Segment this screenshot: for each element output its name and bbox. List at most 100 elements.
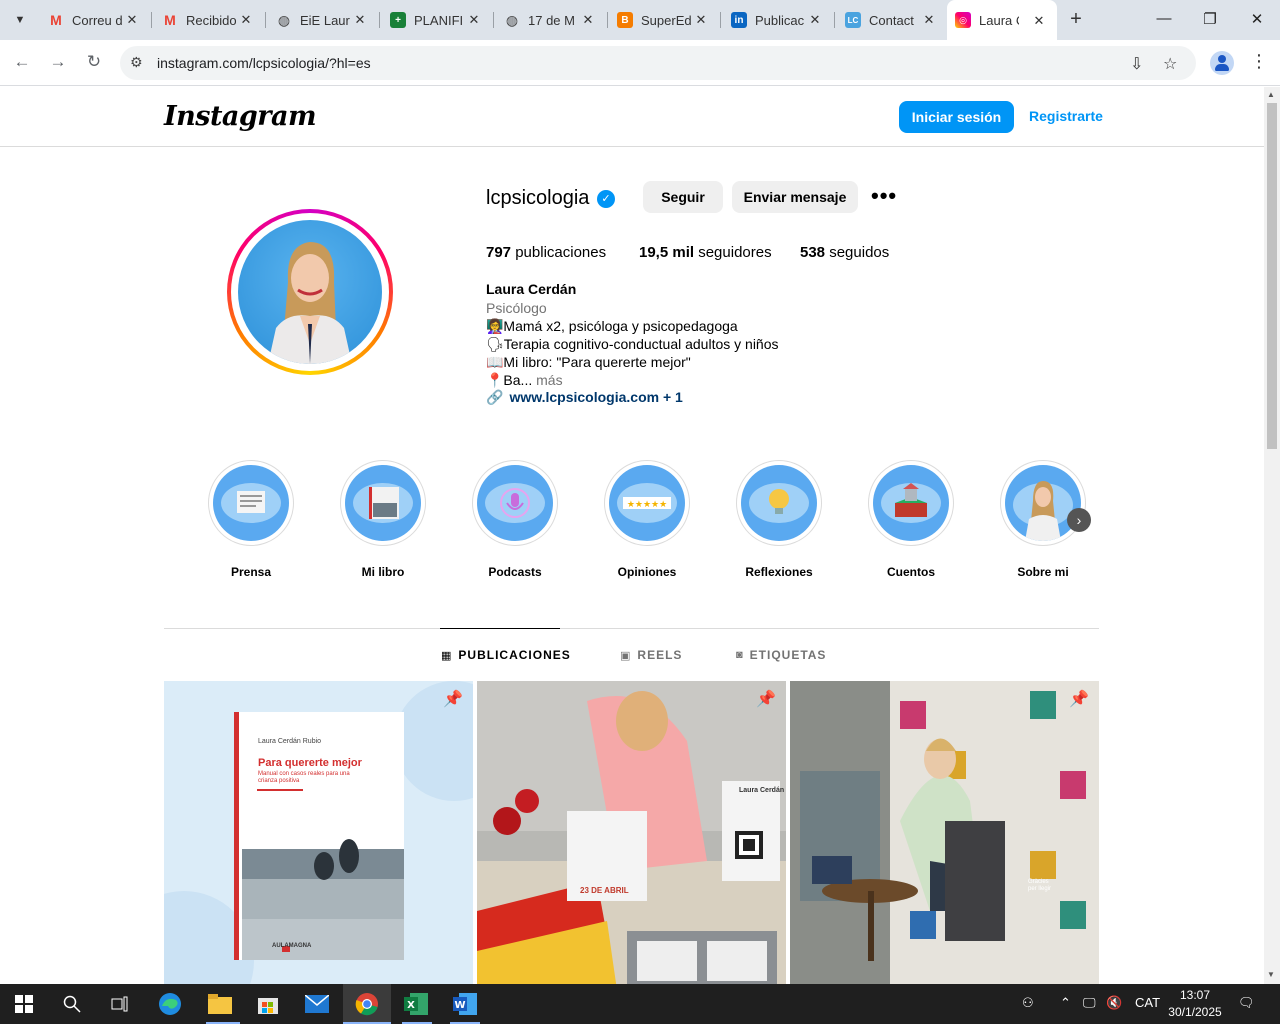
tab-contact[interactable]: LC Contact ✕ bbox=[845, 6, 937, 34]
input-language[interactable]: CAT bbox=[1135, 995, 1160, 1010]
close-icon[interactable]: ✕ bbox=[921, 12, 937, 28]
new-tab-button[interactable]: + bbox=[1064, 8, 1088, 31]
tab-eie[interactable]: ◍ EiE Laur ✕ bbox=[276, 6, 368, 34]
reload-icon[interactable]: ↻ bbox=[82, 50, 106, 74]
followers-count-value: 19,5 mil bbox=[639, 244, 695, 261]
highlight-label: Mi libro bbox=[361, 565, 405, 579]
post-book-signing[interactable]: 23 DE ABRIL Laura Cerdán 📌 bbox=[477, 681, 786, 984]
highlight-cuentos[interactable]: Cuentos bbox=[868, 460, 954, 579]
send-message-button[interactable]: Enviar mensaje bbox=[732, 181, 858, 213]
tab-17-de-m[interactable]: ◍ 17 de M ✕ bbox=[504, 6, 596, 34]
tab-search-chevron-icon[interactable]: ▼ bbox=[6, 7, 34, 33]
excel-icon[interactable]: X bbox=[402, 990, 430, 1018]
tab-etiquetas[interactable]: ◙ ETIQUETAS bbox=[736, 648, 826, 662]
site-settings-icon[interactable]: ⚙ bbox=[130, 54, 146, 72]
bookmark-star-icon[interactable]: ☆ bbox=[1163, 54, 1177, 74]
close-icon[interactable]: ✕ bbox=[238, 12, 254, 28]
instagram-logo[interactable]: Instagram bbox=[164, 101, 317, 132]
tab-linkedin[interactable]: in Publicac ✕ bbox=[731, 6, 823, 34]
highlight-reflexiones[interactable]: Reflexiones bbox=[736, 460, 822, 579]
highlights-next-chevron-icon[interactable]: › bbox=[1067, 508, 1091, 532]
highlight-opiniones[interactable]: ★★★★★ Opiniones bbox=[604, 460, 690, 579]
book-title-text: Para quererte mejor bbox=[258, 757, 362, 769]
show-hidden-icons-chevron-icon[interactable]: ⌃ bbox=[1060, 995, 1071, 1011]
pin-icon: 📌 bbox=[443, 691, 463, 708]
tab-gmail-recibido[interactable]: M Recibido ✕ bbox=[162, 6, 254, 34]
storybook-icon bbox=[873, 465, 949, 541]
tagged-icon: ◙ bbox=[736, 649, 744, 661]
scroll-down-icon[interactable]: ▼ bbox=[1267, 970, 1275, 979]
back-arrow-icon[interactable]: ← bbox=[10, 50, 34, 74]
tab-publicaciones[interactable]: ▦ PUBLICACIONES bbox=[441, 648, 571, 662]
close-icon[interactable]: ✕ bbox=[466, 12, 482, 28]
page-scrollbar[interactable]: ▲ ▼ bbox=[1264, 87, 1280, 984]
file-explorer-icon[interactable] bbox=[206, 990, 234, 1018]
highlight-podcasts[interactable]: Podcasts bbox=[472, 460, 558, 579]
microsoft-store-icon[interactable] bbox=[254, 990, 282, 1018]
address-bar[interactable]: ⚙ instagram.com/lcpsicologia/?hl=es ⇩ ☆ bbox=[120, 46, 1196, 80]
tab-label: PUBLICACIONES bbox=[458, 648, 571, 662]
browser-menu-icon[interactable]: ⋮ bbox=[1250, 51, 1268, 72]
follow-button[interactable]: Seguir bbox=[643, 181, 723, 213]
scroll-thumb[interactable] bbox=[1267, 103, 1277, 449]
close-icon[interactable]: ✕ bbox=[124, 12, 140, 28]
notifications-icon[interactable]: 🗨 bbox=[1238, 995, 1255, 1011]
restore-icon[interactable]: ❐ bbox=[1200, 10, 1220, 28]
book-publisher-text: AULAMAGNA bbox=[272, 943, 312, 949]
tab-reels[interactable]: ▣ REELS bbox=[620, 648, 682, 662]
lc-icon: LC bbox=[845, 12, 861, 28]
profile-website-link[interactable]: 🔗 www.lcpsicologia.com + 1 bbox=[486, 389, 683, 406]
close-icon[interactable]: ✕ bbox=[693, 12, 709, 28]
word-icon[interactable]: W bbox=[451, 990, 479, 1018]
post-book-cover[interactable]: Laura Cerdán Rubio Para quererte mejor M… bbox=[164, 681, 473, 984]
minimize-icon[interactable]: — bbox=[1154, 10, 1174, 27]
close-icon[interactable]: ✕ bbox=[807, 12, 823, 28]
tab-supered[interactable]: B SuperEd ✕ bbox=[617, 6, 709, 34]
search-icon[interactable] bbox=[58, 990, 86, 1018]
highlight-mi-libro[interactable]: Mi libro bbox=[340, 460, 426, 579]
install-app-icon[interactable]: ⇩ bbox=[1130, 54, 1143, 74]
profile-avatar-icon[interactable] bbox=[1210, 51, 1234, 75]
network-icon[interactable]: 🖵 bbox=[1083, 995, 1096, 1011]
post-book-talk-event[interactable]: Gràcies per llegir 📌 bbox=[790, 681, 1099, 984]
profile-avatar-story-ring[interactable] bbox=[227, 209, 393, 375]
bio-line-truncated: 📍Ba... más bbox=[486, 372, 563, 389]
mail-icon[interactable] bbox=[303, 990, 331, 1018]
tab-instagram-active[interactable]: ◎ Laura Ce ✕ bbox=[947, 0, 1057, 40]
close-window-icon[interactable]: ✕ bbox=[1247, 10, 1267, 28]
windows-start-icon[interactable] bbox=[10, 990, 38, 1018]
lightbulb-icon bbox=[741, 465, 817, 541]
posts-count-value: 797 bbox=[486, 244, 512, 261]
event-banner-text: Gràcies per llegir bbox=[1028, 879, 1052, 892]
clock[interactable]: 13:07 30/1/2025 bbox=[1160, 987, 1230, 1021]
close-icon[interactable]: ✕ bbox=[352, 12, 368, 28]
register-link[interactable]: Registrarte bbox=[1029, 108, 1103, 124]
people-icon[interactable]: ⚇ bbox=[1022, 995, 1034, 1011]
highlight-prensa[interactable]: Prensa bbox=[208, 460, 294, 579]
highlight-label: Opiniones bbox=[617, 565, 677, 579]
chrome-icon[interactable] bbox=[353, 990, 381, 1018]
scroll-up-icon[interactable]: ▲ bbox=[1267, 90, 1275, 99]
tab-planifi[interactable]: + PLANIFI ✕ bbox=[390, 6, 482, 34]
bio-line: 📍Ba... bbox=[486, 372, 533, 388]
tabs-active-indicator bbox=[440, 628, 560, 629]
more-options-icon[interactable]: ••• bbox=[871, 183, 897, 209]
login-button[interactable]: Iniciar sesión bbox=[899, 101, 1014, 133]
bio-line: 👩‍🏫Mamá x2, psicóloga y psicopedagoga bbox=[486, 318, 738, 334]
task-view-icon[interactable] bbox=[106, 990, 134, 1018]
tab-gmail-correu[interactable]: M Correu d ✕ bbox=[48, 6, 140, 34]
globe-icon: ◍ bbox=[277, 11, 291, 28]
close-icon[interactable]: ✕ bbox=[1031, 13, 1047, 29]
gmail-icon: M bbox=[164, 12, 176, 28]
followers-count[interactable]: 19,5 mil seguidores bbox=[639, 244, 772, 261]
url-text[interactable]: instagram.com/lcpsicologia/?hl=es bbox=[157, 55, 371, 71]
following-count[interactable]: 538 seguidos bbox=[800, 244, 889, 261]
bio-more-link[interactable]: más bbox=[536, 372, 562, 388]
newspaper-icon bbox=[213, 465, 289, 541]
edge-browser-icon[interactable] bbox=[156, 990, 184, 1018]
avatar bbox=[238, 220, 382, 364]
forward-arrow-icon[interactable]: → bbox=[46, 50, 70, 74]
close-icon[interactable]: ✕ bbox=[580, 12, 596, 28]
volume-muted-icon[interactable]: 🔇 bbox=[1106, 995, 1122, 1011]
book-icon bbox=[345, 465, 421, 541]
